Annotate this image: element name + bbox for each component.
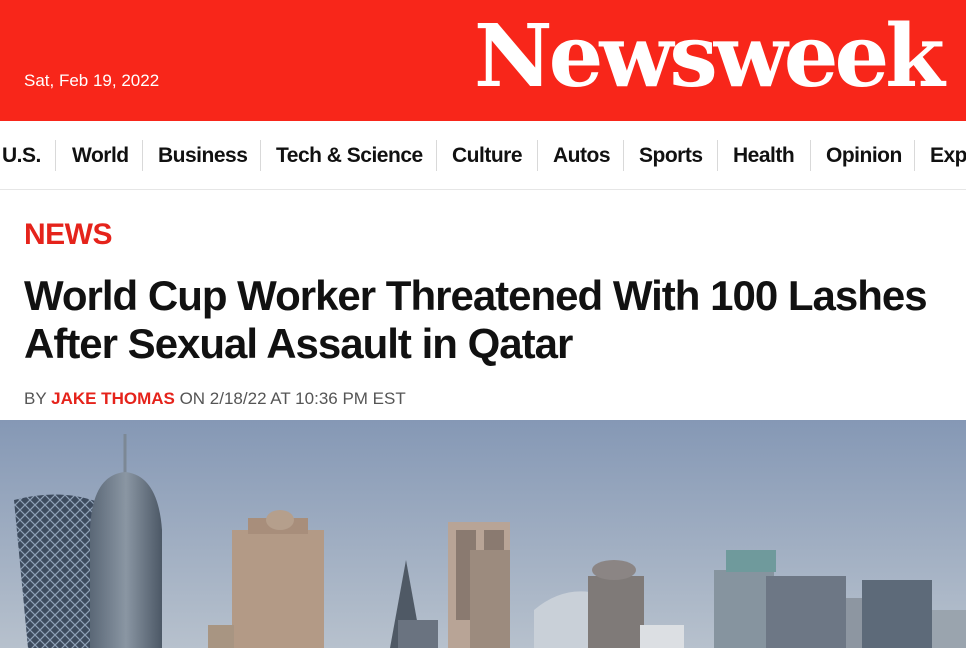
nav-divider <box>142 140 143 171</box>
nav-item-sports[interactable]: Sports <box>639 121 703 189</box>
nav-item-world[interactable]: World <box>72 121 129 189</box>
nav-item-business[interactable]: Business <box>158 121 248 189</box>
nav-divider <box>436 140 437 171</box>
newsweek-logo[interactable]: Newsweek <box>474 14 945 100</box>
nav-item-us[interactable]: U.S. <box>2 121 41 189</box>
nav-divider <box>717 140 718 171</box>
author-link[interactable]: JAKE THOMAS <box>51 389 175 408</box>
doha-skyline-photo <box>0 420 966 648</box>
nav-divider <box>914 140 915 171</box>
header-date: Sat, Feb 19, 2022 <box>24 71 160 90</box>
main-nav: U.S. World Business Tech & Science Cultu… <box>0 121 966 190</box>
nav-item-culture[interactable]: Culture <box>452 121 523 189</box>
nav-item-experts[interactable]: Exp <box>930 121 966 189</box>
nav-divider <box>55 140 56 171</box>
nav-item-tech-science[interactable]: Tech & Science <box>276 121 423 189</box>
nav-item-autos[interactable]: Autos <box>553 121 611 189</box>
nav-divider <box>537 140 538 171</box>
byline-timestamp: ON 2/18/22 AT 10:36 PM EST <box>179 389 406 408</box>
article-headline: World Cup Worker Threatened With 100 Las… <box>24 272 928 367</box>
hero-image <box>0 420 966 648</box>
nav-divider <box>623 140 624 171</box>
nav-item-opinion[interactable]: Opinion <box>826 121 902 189</box>
nav-item-health[interactable]: Health <box>733 121 795 189</box>
article-byline: BY JAKE THOMAS ON 2/18/22 AT 10:36 PM ES… <box>24 389 406 409</box>
nav-divider <box>810 140 811 171</box>
byline-prefix: BY <box>24 389 47 408</box>
section-kicker[interactable]: NEWS <box>24 218 113 252</box>
masthead: Sat, Feb 19, 2022 Newsweek <box>0 0 966 121</box>
nav-divider <box>260 140 261 171</box>
